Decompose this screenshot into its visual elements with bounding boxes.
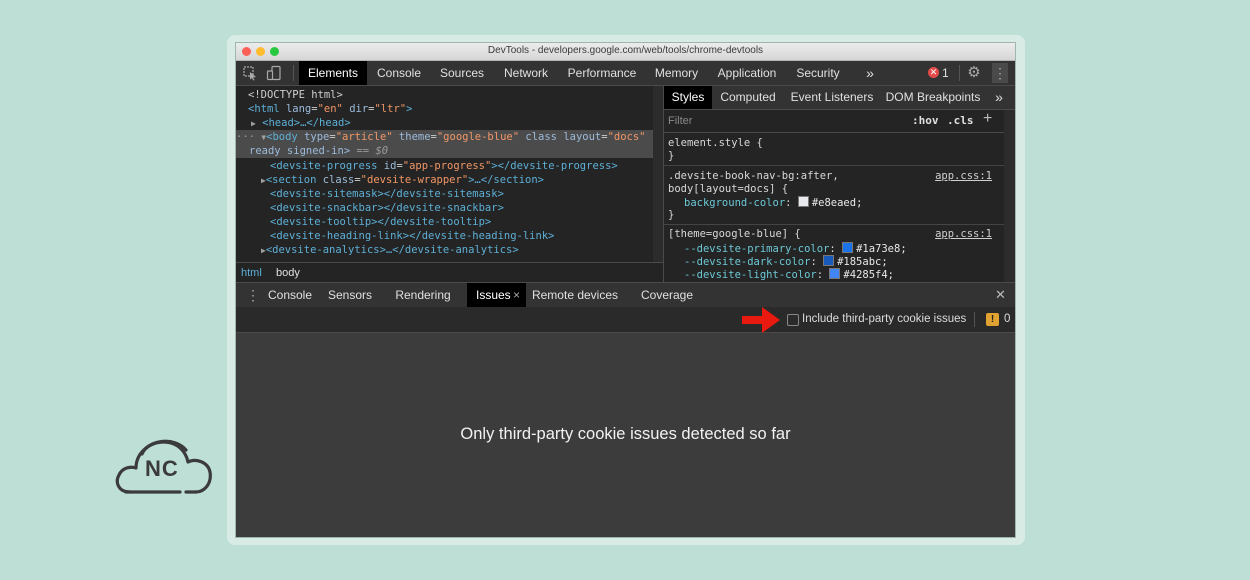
toolbar-separator — [959, 65, 960, 81]
dom-line-snackbar[interactable]: <devsite-snackbar></devsite-snackbar> — [270, 201, 697, 215]
rule2-source-link[interactable]: app.css:1 — [935, 170, 992, 183]
dom-line-head[interactable]: ▶ <head>…</head> — [251, 116, 678, 130]
toolbar-separator — [293, 65, 294, 81]
breadcrumb: html body — [236, 262, 663, 283]
styles-filter-bar: :hov .cls + — [664, 110, 1004, 133]
dom-line-html[interactable]: <html lang="en" dir="ltr"> — [248, 102, 675, 116]
new-style-rule-button[interactable]: + — [983, 110, 992, 128]
color-swatch[interactable] — [842, 242, 854, 253]
device-toolbar-icon[interactable] — [266, 65, 282, 81]
dom-line-body-cont[interactable]: ready signed-in> == $0 — [236, 144, 663, 158]
drawer-tab-rendering[interactable]: Rendering — [389, 283, 457, 307]
third-party-cookie-checkbox-label[interactable]: Include third-party cookie issues — [802, 313, 966, 325]
title-bar: DevTools - developers.google.com/web/too… — [236, 43, 1015, 61]
warning-count: 0 — [1004, 313, 1011, 325]
rule3-declaration[interactable]: --devsite-primary-color: #1a73e8; — [684, 242, 1015, 255]
rule3-source-link[interactable]: app.css:1 — [935, 228, 992, 241]
color-swatch[interactable] — [797, 196, 809, 207]
tab-event-listeners[interactable]: Event Listeners — [784, 86, 880, 109]
issues-content: Only third-party cookie issues detected … — [236, 333, 1015, 537]
rule3-declaration[interactable]: --devsite-light-color: #4285f4; — [684, 268, 1015, 281]
window-title: DevTools - developers.google.com/web/too… — [487, 45, 764, 56]
tab-elements[interactable]: Elements — [299, 61, 367, 85]
rule2-close: } — [668, 209, 675, 221]
dom-line-tooltip[interactable]: <devsite-tooltip></devsite-tooltip> — [270, 215, 697, 229]
dom-line-analytics[interactable]: ▶<devsite-analytics>…</devsite-analytics… — [261, 243, 688, 257]
dom-line-heading-link[interactable]: <devsite-heading-link></devsite-heading-… — [270, 229, 697, 243]
drawer-tab-sensors[interactable]: Sensors — [321, 283, 379, 307]
tab-application[interactable]: Application — [708, 61, 786, 85]
rule2-selector-a[interactable]: .devsite-book-nav-bg:after, app.css:1 — [668, 170, 1004, 183]
rule2-declaration[interactable]: background-color: #e8eaed; — [684, 196, 1015, 209]
error-count[interactable]: 1 — [942, 66, 949, 80]
red-arrow-icon — [742, 307, 780, 333]
issues-toolbar: Include third-party cookie issues ! 0 — [236, 307, 1015, 333]
drawer-tab-console[interactable]: Console — [263, 283, 317, 307]
logo-text: NC — [145, 456, 179, 481]
rule2-selector-b[interactable]: body[layout=docs] { — [668, 183, 1004, 196]
kebab-menu-icon[interactable]: ⋮ — [992, 63, 1008, 83]
dom-line-body-selected[interactable]: ··· ▼<body type="article" theme="google-… — [236, 130, 663, 144]
tab-network[interactable]: Network — [493, 61, 559, 85]
hov-toggle[interactable]: :hov — [912, 114, 939, 127]
styles-pane: Styles Computed Event Listeners DOM Brea… — [664, 86, 1015, 282]
more-tabs-button[interactable]: » — [858, 61, 882, 85]
rule3-selector[interactable]: [theme=google-blue] {app.css:1 — [668, 228, 1004, 241]
close-issues-tab-icon[interactable]: × — [513, 283, 520, 307]
color-swatch[interactable] — [829, 268, 841, 279]
rule-element-style-close: } — [668, 150, 675, 162]
dom-line-doctype[interactable]: <!DOCTYPE html> — [248, 88, 675, 102]
tab-sources[interactable]: Sources — [431, 61, 493, 85]
third-party-cookie-checkbox[interactable] — [787, 314, 799, 326]
tab-styles[interactable]: Styles — [664, 86, 712, 109]
dom-scrollbar[interactable] — [653, 86, 663, 262]
tab-console[interactable]: Console — [367, 61, 431, 85]
rule-divider — [664, 165, 1004, 166]
gear-icon[interactable]: ⚙ — [966, 65, 982, 81]
styles-scrollbar[interactable] — [1004, 110, 1015, 282]
more-styles-tabs-button[interactable]: » — [990, 86, 1008, 109]
rule-element-style-selector[interactable]: element.style { — [668, 137, 1004, 150]
elements-dom-tree: <!DOCTYPE html> <html lang="en" dir="ltr… — [236, 86, 663, 262]
dom-line-section[interactable]: ▶<section class="devsite-wrapper">…</sec… — [261, 173, 688, 187]
main-toolbar: Elements Console Sources Network Perform… — [236, 61, 1015, 86]
nc-cloud-logo: NC — [112, 430, 216, 496]
tab-security[interactable]: Security — [786, 61, 850, 85]
tab-performance[interactable]: Performance — [559, 61, 645, 85]
drawer-tabs: ⋮ Console Sensors Rendering Issues × Remo… — [236, 282, 1015, 308]
drawer-tab-issues[interactable]: Issues × — [467, 283, 526, 307]
devtools-window: DevTools - developers.google.com/web/too… — [236, 43, 1015, 537]
color-swatch[interactable] — [823, 255, 835, 266]
inspect-element-icon[interactable] — [242, 65, 258, 81]
warning-icon: ! — [986, 313, 999, 326]
breadcrumb-html[interactable]: html — [241, 267, 262, 279]
tab-memory[interactable]: Memory — [645, 61, 708, 85]
rule-divider — [664, 224, 1004, 225]
cls-toggle[interactable]: .cls — [947, 114, 974, 127]
dom-line-sitemask[interactable]: <devsite-sitemask></devsite-sitemask> — [270, 187, 697, 201]
drawer-menu-icon[interactable]: ⋮ — [246, 283, 260, 307]
drawer-tab-remote-devices[interactable]: Remote devices — [528, 283, 622, 307]
toolbar-separator — [974, 312, 975, 327]
error-icon[interactable]: ✕ — [928, 67, 939, 78]
drawer-tab-coverage[interactable]: Coverage — [634, 283, 700, 307]
rule3-declaration[interactable]: --devsite-dark-color: #185abc; — [684, 255, 1015, 268]
styles-filter-input[interactable] — [666, 113, 900, 129]
tab-computed[interactable]: Computed — [712, 86, 784, 109]
issues-empty-message: Only third-party cookie issues detected … — [460, 425, 791, 443]
styles-tabs: Styles Computed Event Listeners DOM Brea… — [664, 86, 1015, 110]
dom-line-progress[interactable]: <devsite-progress id="app-progress"></de… — [270, 159, 697, 173]
breadcrumb-body[interactable]: body — [276, 267, 300, 279]
tab-dom-breakpoints[interactable]: DOM Breakpoints — [880, 86, 986, 109]
close-drawer-icon[interactable]: ✕ — [995, 283, 1006, 307]
